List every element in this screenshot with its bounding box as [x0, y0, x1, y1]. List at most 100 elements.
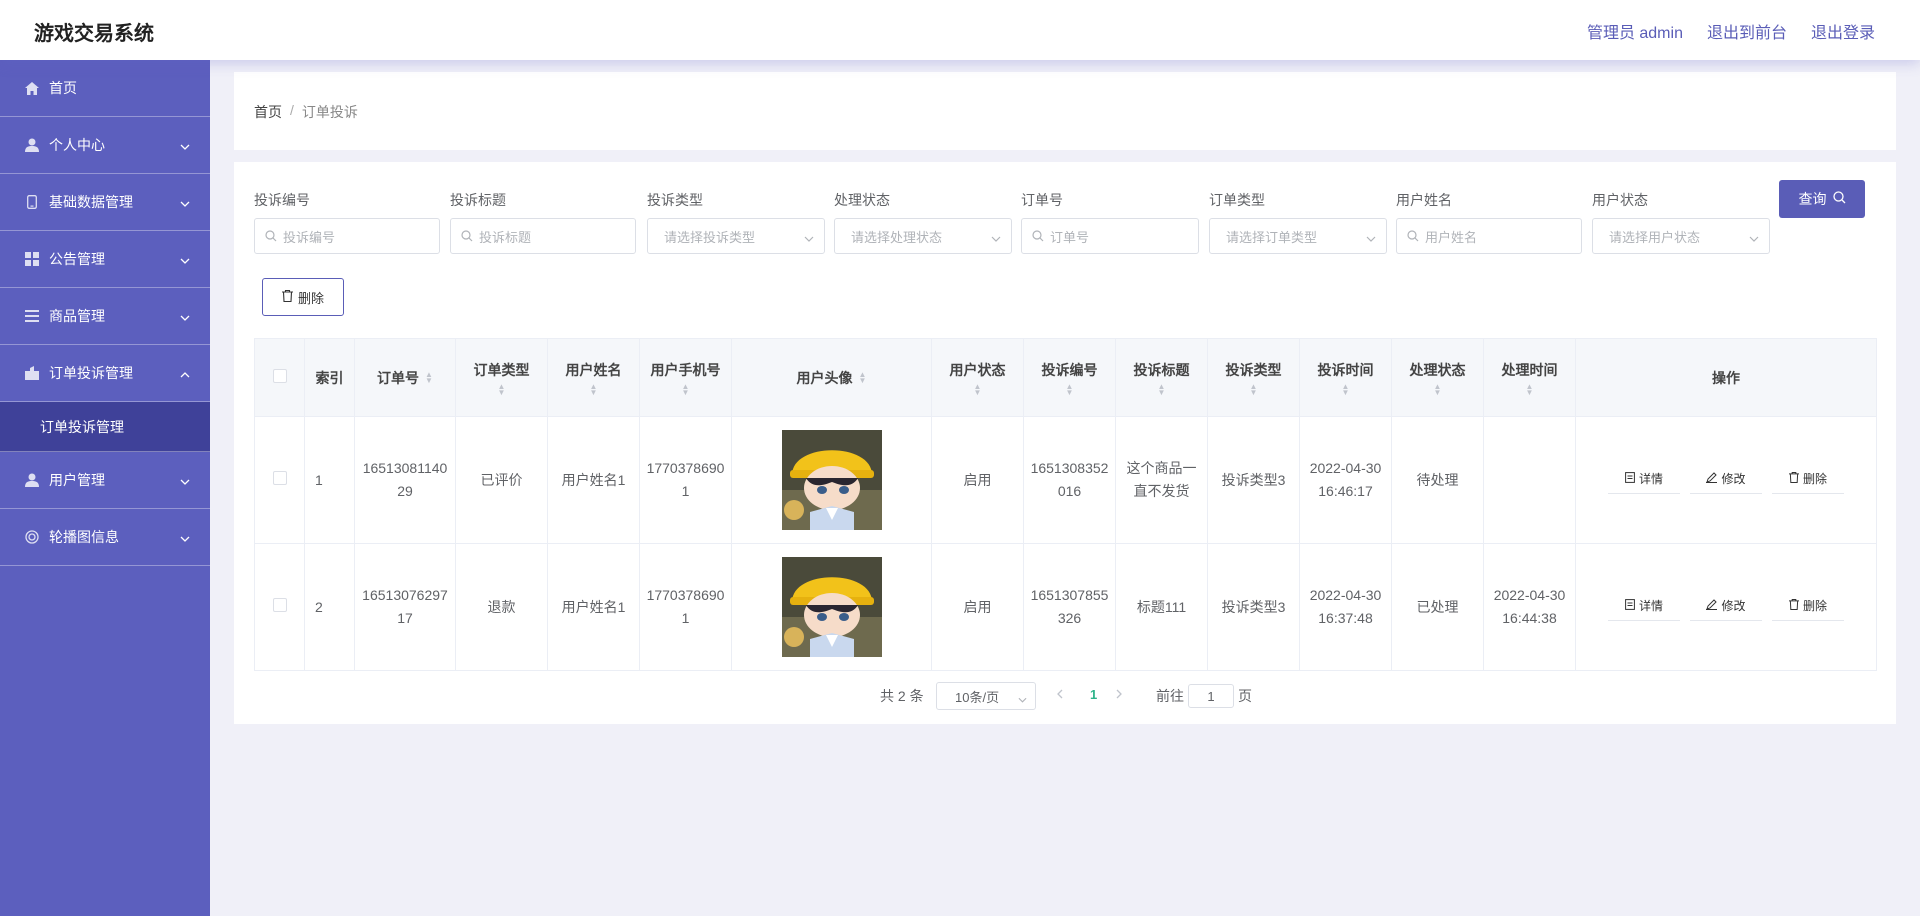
sidebar-item-label: 基础数据管理: [49, 194, 133, 210]
cell-user-status: 启用: [931, 543, 1024, 671]
filter-label-process-status: 处理状态: [834, 192, 890, 208]
user-name-input[interactable]: 用户姓名: [1396, 218, 1582, 254]
column-header-phone[interactable]: 用户手机号 ▲ ▼: [639, 338, 732, 417]
query-button-label: 查询: [1798, 191, 1827, 207]
top-header: 游戏交易系统 管理员 admin 退出到前台 退出登录: [0, 0, 1920, 60]
sort-icon[interactable]: ▲ ▼: [859, 370, 867, 384]
delete-button[interactable]: 删除: [1772, 593, 1844, 621]
sort-icon[interactable]: ▲ ▼: [1066, 382, 1074, 396]
chevron-down-icon: [1018, 691, 1027, 706]
sidebar-item-carousel[interactable]: 轮播图信息: [0, 509, 210, 566]
filter-label-complaint-type: 投诉类型: [647, 192, 703, 208]
sort-icon[interactable]: ▲ ▼: [1526, 382, 1534, 396]
column-label: 投诉编号: [1041, 361, 1098, 378]
sidebar-subitem-order-complaint[interactable]: 订单投诉管理: [0, 402, 210, 452]
sidebar-item-goods[interactable]: 商品管理: [0, 288, 210, 345]
column-header-order-type[interactable]: 订单类型 ▲ ▼: [455, 338, 548, 417]
cell-order-type: 已评价: [455, 416, 548, 544]
sidebar-item-basic-data[interactable]: 基础数据管理: [0, 174, 210, 231]
admin-link[interactable]: 管理员 admin: [1587, 19, 1683, 43]
exit-to-frontend-link[interactable]: 退出到前台: [1707, 19, 1787, 43]
edit-button[interactable]: 修改: [1690, 466, 1762, 494]
edit-button[interactable]: 修改: [1690, 593, 1762, 621]
sort-icon[interactable]: ▲ ▼: [1434, 382, 1442, 396]
complaint-no-input[interactable]: 投诉编号: [254, 218, 440, 254]
search-icon: [461, 230, 473, 242]
sidebar-item-label: 订单投诉管理: [49, 365, 133, 381]
batch-delete-label: 删除: [297, 290, 324, 306]
table-row: 1 1651308114029 已评价 用户姓名1 17703786901 启用…: [254, 416, 1877, 544]
sort-icon[interactable]: ▲ ▼: [590, 382, 598, 396]
sort-icon[interactable]: ▲ ▼: [1250, 382, 1258, 396]
complaint-title-placeholder: 投诉标题: [479, 229, 532, 245]
select-all-checkbox[interactable]: [272, 369, 287, 383]
process-status-placeholder: 请选择处理状态: [851, 229, 943, 245]
cell-actions: 详情 修改 删除: [1575, 416, 1877, 544]
user-icon: [24, 137, 40, 153]
list-icon: [24, 308, 40, 324]
column-header-complaint-time[interactable]: 投诉时间 ▲ ▼: [1299, 338, 1392, 417]
row-checkbox[interactable]: [272, 470, 287, 485]
sort-icon[interactable]: ▲ ▼: [682, 382, 690, 396]
chevron-down-icon: [180, 308, 190, 324]
column-header-user-name[interactable]: 用户姓名 ▲ ▼: [547, 338, 640, 417]
row-checkbox[interactable]: [272, 597, 287, 612]
sort-icon[interactable]: ▲ ▼: [1158, 382, 1166, 396]
cell-user-status: 启用: [931, 416, 1024, 544]
cell-actions: 详情 修改 删除: [1575, 543, 1877, 671]
complaint-title-input[interactable]: 投诉标题: [450, 218, 636, 254]
sidebar-item-announcement[interactable]: 公告管理: [0, 231, 210, 288]
cell-phone: 17703786901: [639, 416, 732, 544]
filter-label-order-no: 订单号: [1021, 192, 1063, 208]
sidebar-item-order-complaint[interactable]: 订单投诉管理: [0, 345, 210, 402]
chevron-down-icon: [1366, 230, 1376, 245]
sort-icon[interactable]: ▲ ▼: [425, 370, 433, 384]
breadcrumb-current: 订单投诉: [301, 104, 358, 120]
order-type-select[interactable]: 请选择订单类型: [1209, 218, 1387, 254]
column-header-order-no[interactable]: 订单号 ▲ ▼: [354, 338, 456, 417]
query-button[interactable]: 查询: [1779, 180, 1865, 218]
breadcrumb-separator: /: [290, 102, 294, 118]
column-header-avatar[interactable]: 用户头像 ▲ ▼: [731, 338, 932, 417]
edit-label: 修改: [1721, 472, 1746, 486]
detail-button[interactable]: 详情: [1608, 593, 1680, 621]
detail-button[interactable]: 详情: [1608, 466, 1680, 494]
page-size-select[interactable]: 10条/页: [936, 682, 1036, 710]
breadcrumb-home[interactable]: 首页: [254, 102, 282, 122]
phone-icon: [24, 194, 40, 210]
sort-icon[interactable]: ▲ ▼: [974, 382, 982, 396]
chevron-down-icon: [1749, 230, 1759, 245]
column-header-complaint-title[interactable]: 投诉标题 ▲ ▼: [1115, 338, 1208, 417]
page-number-button[interactable]: 1: [1090, 687, 1097, 702]
next-page-button[interactable]: [1116, 686, 1123, 702]
column-header-complaint-type[interactable]: 投诉类型 ▲ ▼: [1207, 338, 1300, 417]
app-title: 游戏交易系统: [34, 23, 154, 45]
sort-icon[interactable]: ▲ ▼: [498, 382, 506, 396]
user-status-select[interactable]: 请选择用户状态: [1592, 218, 1770, 254]
complaint-type-placeholder: 请选择投诉类型: [664, 229, 756, 245]
sidebar-item-label: 轮播图信息: [49, 529, 119, 545]
prev-page-button[interactable]: [1056, 686, 1063, 702]
delete-button[interactable]: 删除: [1772, 466, 1844, 494]
sidebar-item-personal-center[interactable]: 个人中心: [0, 117, 210, 174]
column-header-complaint-no[interactable]: 投诉编号 ▲ ▼: [1023, 338, 1116, 417]
column-header-user-status[interactable]: 用户状态 ▲ ▼: [931, 338, 1024, 417]
process-status-select[interactable]: 请选择处理状态: [834, 218, 1012, 254]
complaint-type-select[interactable]: 请选择投诉类型: [647, 218, 825, 254]
logout-link[interactable]: 退出登录: [1811, 19, 1875, 43]
sidebar-item-users[interactable]: 用户管理: [0, 452, 210, 509]
chevron-down-icon: [180, 529, 190, 545]
sidebar-item-home[interactable]: 首页: [0, 60, 210, 117]
order-no-input[interactable]: 订单号: [1021, 218, 1199, 254]
cell-process-status: 已处理: [1391, 543, 1484, 671]
goto-page-input[interactable]: [1188, 684, 1234, 708]
cell-order-no: 1651307629717: [354, 543, 456, 671]
cell-complaint-no: 1651308352016: [1023, 416, 1116, 544]
column-header-actions: 操作: [1575, 338, 1877, 417]
column-header-process-time[interactable]: 处理时间 ▲ ▼: [1483, 338, 1576, 417]
document-icon: [1625, 595, 1635, 618]
sort-icon[interactable]: ▲ ▼: [1342, 382, 1350, 396]
column-header-process-status[interactable]: 处理状态 ▲ ▼: [1391, 338, 1484, 417]
batch-delete-button[interactable]: 删除: [262, 278, 344, 316]
cell-order-no: 1651308114029: [354, 416, 456, 544]
